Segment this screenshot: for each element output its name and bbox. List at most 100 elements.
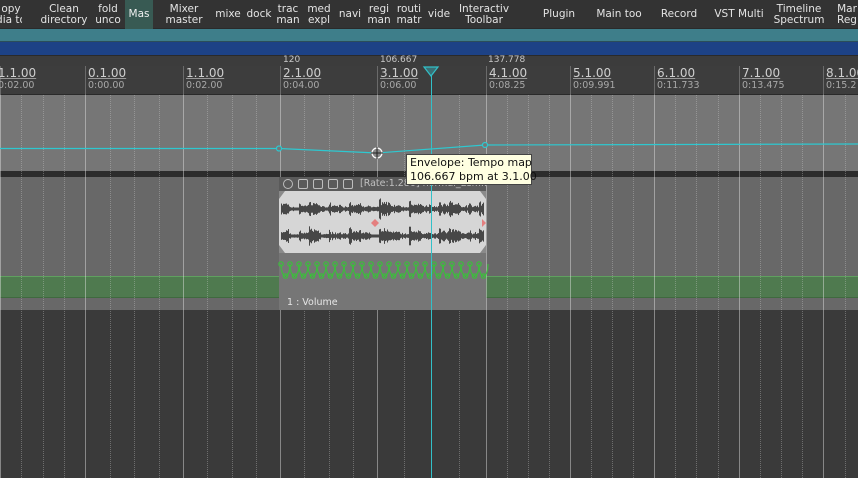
mute-icon[interactable] — [313, 179, 323, 189]
waveform-sample — [289, 233, 290, 239]
waveform-sample — [364, 233, 365, 239]
waveform-sample — [394, 204, 395, 214]
waveform-sample — [294, 207, 295, 211]
waveform-sample — [478, 233, 479, 239]
waveform-sample — [285, 231, 286, 241]
waveform-sample — [372, 234, 373, 238]
fx-icon[interactable] — [328, 179, 338, 189]
waveform-sample — [372, 207, 373, 211]
waveform-sample — [374, 206, 375, 212]
waveform-sample — [469, 203, 470, 215]
waveform-sample — [458, 230, 459, 242]
waveform-sample — [479, 228, 480, 244]
waveform-sample — [388, 231, 389, 241]
waveform-sample — [459, 231, 460, 241]
waveform-sample — [377, 234, 378, 238]
waveform-sample — [352, 204, 353, 214]
waveform-sample — [374, 234, 375, 238]
waveform-sample — [392, 232, 393, 240]
waveform-sample — [479, 202, 480, 216]
playhead[interactable] — [422, 66, 442, 478]
stretch-marker[interactable] — [482, 219, 486, 227]
waveform-sample — [383, 231, 384, 241]
waveform-sample — [295, 207, 296, 211]
waveform-sample — [302, 233, 303, 239]
volume-envelope-label: 1 : Volume — [287, 297, 338, 308]
waveform-sample — [385, 230, 386, 242]
waveform-sample — [341, 234, 342, 238]
waveform-sample — [317, 231, 318, 241]
waveform-sample — [291, 234, 292, 238]
waveform-sample — [319, 205, 320, 213]
lock-icon[interactable] — [298, 179, 308, 189]
waveform-sample — [324, 234, 325, 238]
waveform-sample — [360, 203, 361, 215]
waveform-sample — [330, 202, 331, 216]
waveform-sample — [473, 233, 474, 239]
waveform-sample — [364, 207, 365, 211]
waveform-sample — [450, 200, 451, 218]
waveform-sample — [305, 205, 306, 213]
waveform-sample — [318, 230, 319, 242]
waveform-sample — [336, 234, 337, 238]
envelope-icon[interactable] — [343, 179, 353, 189]
waveform-sample — [311, 205, 312, 213]
waveform-sample — [331, 206, 332, 212]
waveform-sample — [383, 203, 384, 215]
waveform-sample — [382, 202, 383, 216]
waveform-sample — [391, 206, 392, 212]
waveform-sample — [296, 207, 297, 211]
waveform-sample — [288, 204, 289, 214]
volume-envelope[interactable] — [278, 258, 489, 298]
waveform-sample — [332, 231, 333, 241]
waveform-sample — [361, 233, 362, 239]
waveform-sample — [415, 204, 416, 214]
waveform-sample — [291, 207, 292, 211]
waveform-sample — [352, 232, 353, 240]
waveform-sample — [382, 231, 383, 241]
waveform-sample — [454, 204, 455, 214]
waveform-sample — [312, 205, 313, 213]
waveform-sample — [349, 203, 350, 215]
waveform-sample — [399, 231, 400, 241]
waveform-sample — [483, 230, 484, 242]
waveform-sample — [345, 206, 346, 212]
waveform-sample — [472, 234, 473, 238]
waveform-sample — [483, 202, 484, 216]
tempo-envelope-point[interactable] — [275, 145, 283, 152]
waveform-sample — [482, 231, 483, 241]
waveform-sample — [469, 232, 470, 240]
waveform-sample — [453, 229, 454, 243]
waveform-sample — [445, 204, 446, 214]
waveform-sample — [475, 205, 476, 213]
waveform-sample — [297, 207, 298, 211]
waveform-sample — [392, 206, 393, 212]
waveform-sample — [365, 206, 366, 212]
stretch-marker[interactable] — [371, 219, 379, 227]
fade-in-handle[interactable] — [279, 191, 285, 253]
waveform-sample — [400, 205, 401, 213]
waveform-sample — [389, 202, 390, 216]
waveform-sample — [459, 204, 460, 214]
waveform-sample — [451, 202, 452, 216]
waveform-sample — [465, 206, 466, 212]
waveform-sample — [350, 202, 351, 216]
tempo-envelope-point[interactable] — [481, 141, 489, 149]
waveform-sample — [323, 206, 324, 212]
waveform-sample — [448, 206, 449, 212]
waveform-sample — [315, 230, 316, 242]
waveform-sample — [461, 207, 462, 211]
waveform-sample — [333, 205, 334, 213]
waveform-sample — [414, 231, 415, 241]
waveform-sample — [473, 206, 474, 212]
waveform-sample — [448, 231, 449, 241]
waveform-sample — [283, 203, 284, 215]
waveform-sample — [337, 233, 338, 239]
waveform-sample — [282, 205, 283, 213]
waveform-sample — [402, 232, 403, 240]
waveform-sample — [343, 207, 344, 211]
playhead-marker-icon[interactable] — [422, 66, 440, 77]
waveform-sample — [290, 207, 291, 211]
waveform-sample — [386, 231, 387, 241]
power-icon[interactable] — [283, 179, 293, 189]
